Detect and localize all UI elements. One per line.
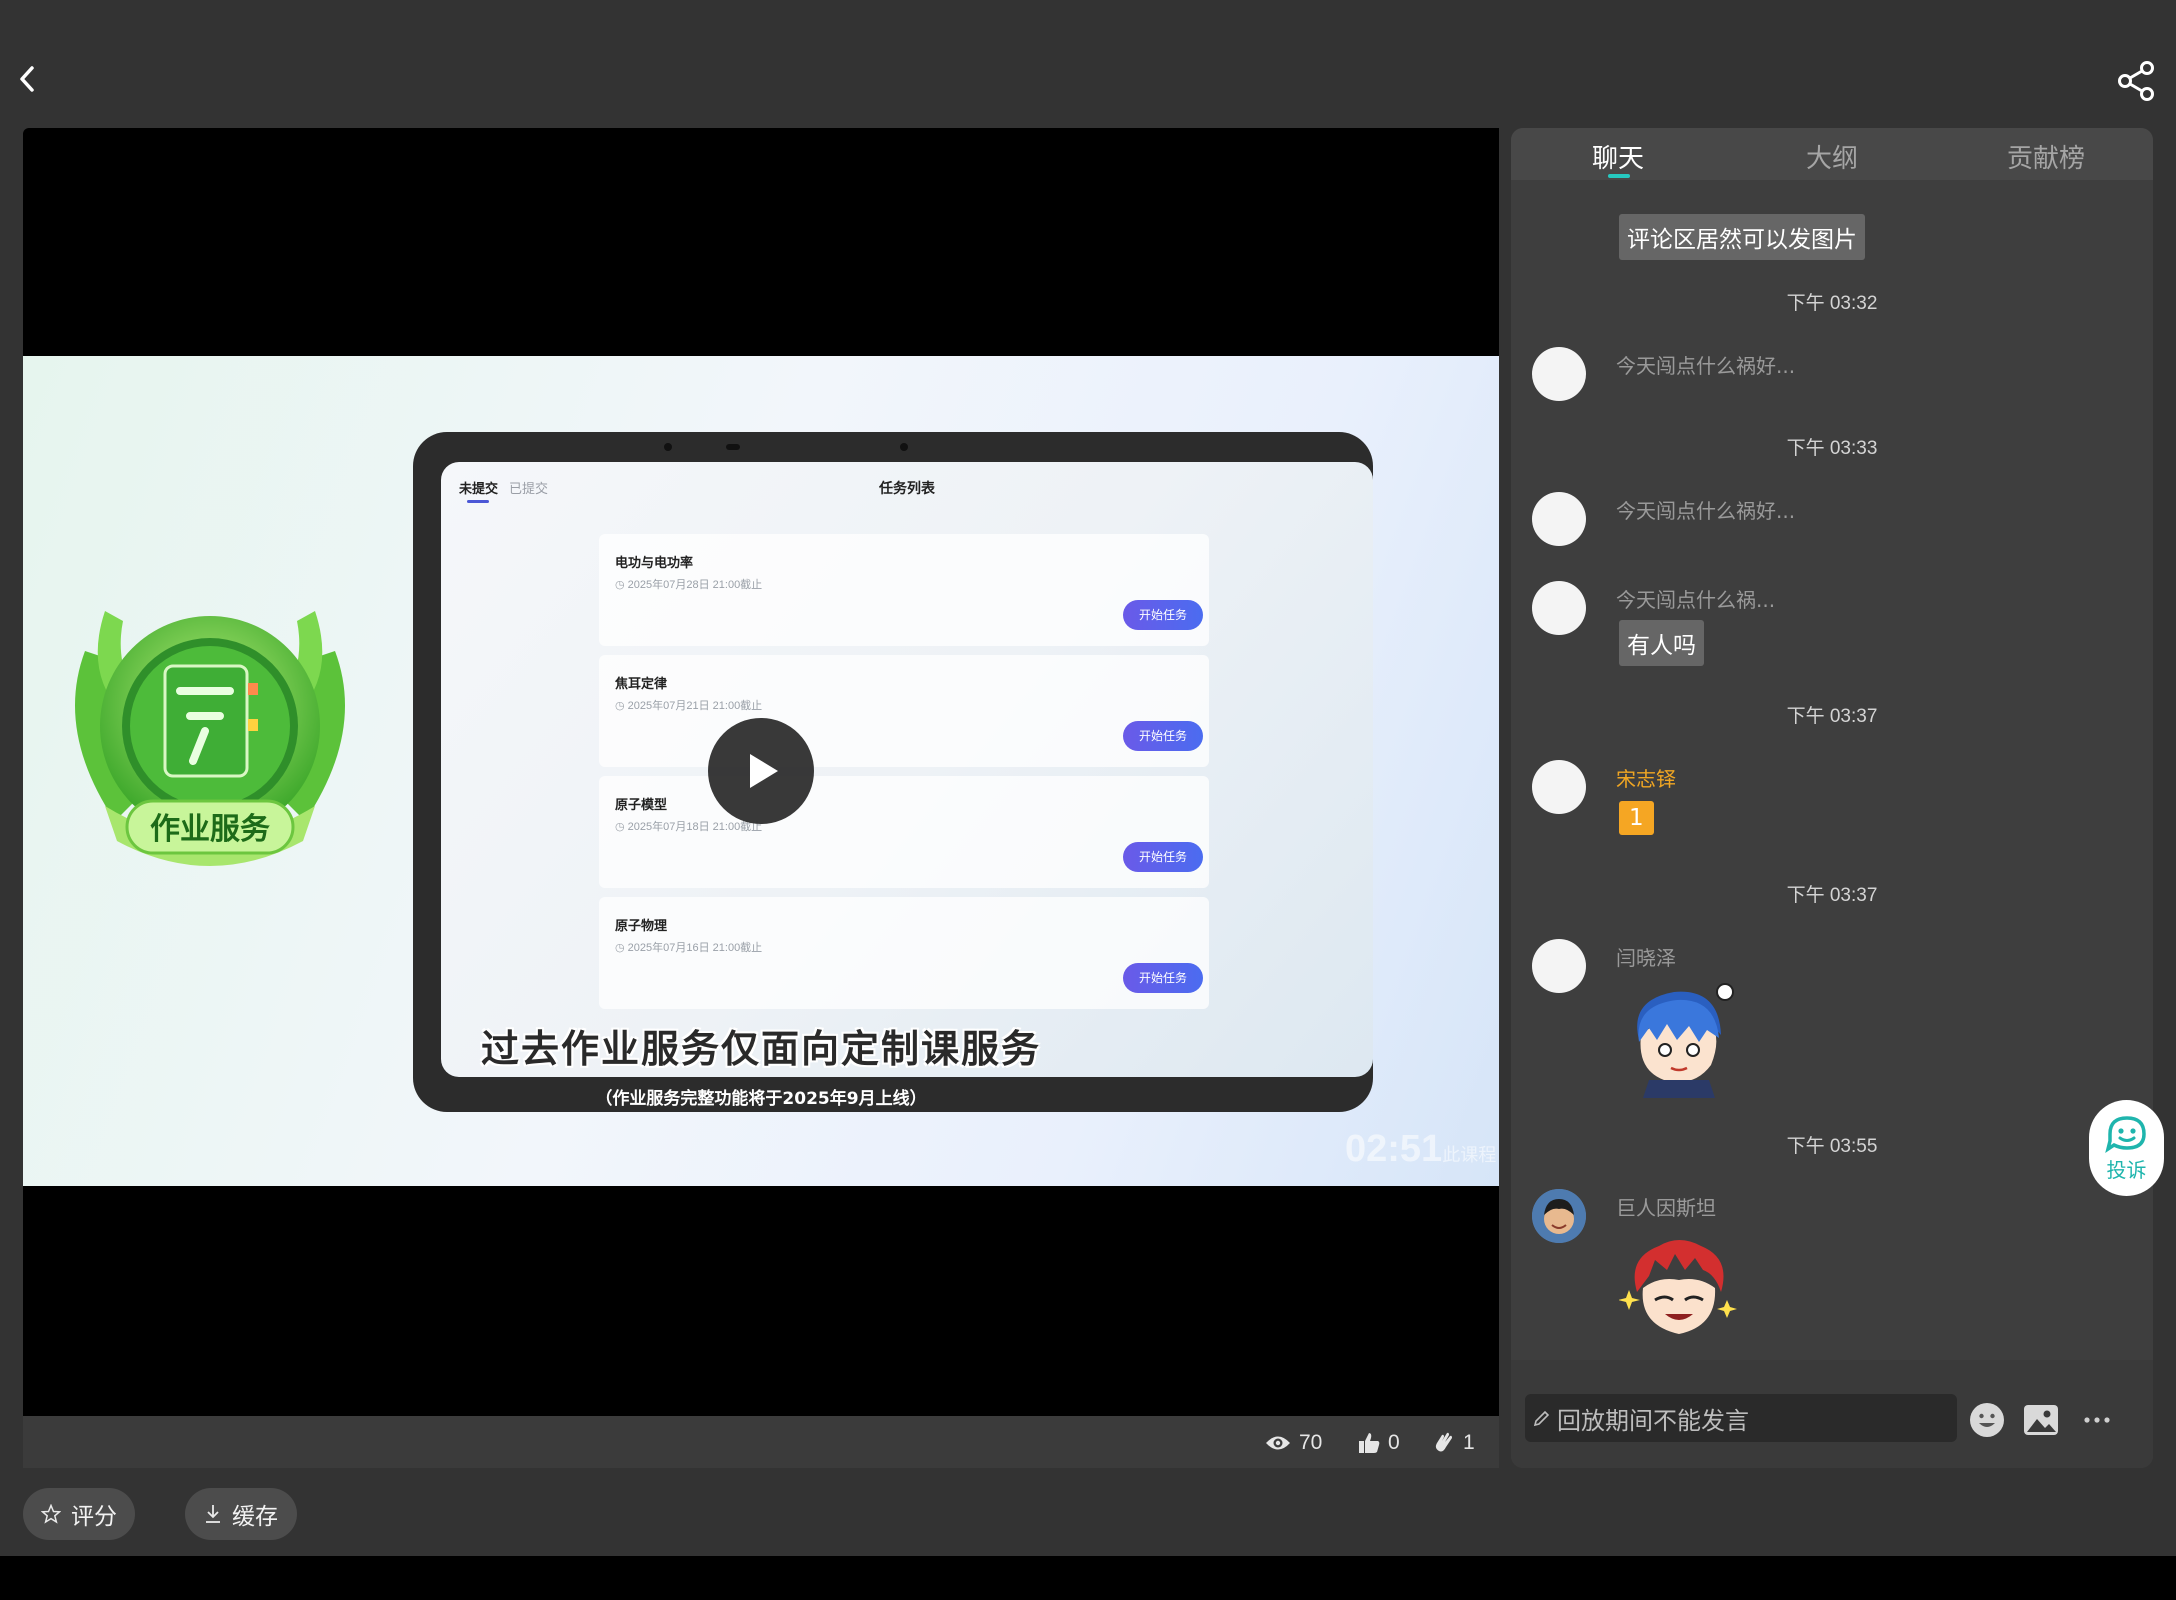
eye-icon [1266,1436,1290,1450]
task-title: 焦耳定律 [615,676,668,691]
chat-tabs: 聊天 大纲 贡献榜 [1511,128,2153,180]
more-icon[interactable] [2079,1402,2115,1438]
chat-username: 今天闯点什么祸好... [1616,354,1796,378]
task-title: 原子模型 [615,797,668,812]
badge-text: 作业服务 [150,812,270,847]
complaint-label: 投诉 [2106,1157,2147,1182]
time-separator: 下午 03:32 [1786,293,1878,314]
chat-username: 宋志铎 [1616,767,1676,791]
claps-stat[interactable]: 1 [1433,1430,1475,1456]
task-title: 原子物理 [615,918,668,933]
views-stat: 70 [1265,1430,1322,1456]
chat-username: 今天闯点什么祸好... [1616,499,1796,523]
back-button[interactable] [14,62,42,96]
task-card: 焦耳定律 ◷ 2025年07月21日 21:00截止 开始任务 [599,655,1209,767]
share-icon [2118,61,2154,101]
avatar[interactable] [1532,347,1586,401]
tab-leaderboard[interactable]: 贡献榜 [1966,138,2126,175]
time-separator: 下午 03:37 [1786,885,1878,906]
rate-label: 评分 [71,1504,117,1530]
views-count: 70 [1299,1431,1323,1454]
task-card: 电功与电功率 ◷ 2025年07月28日 21:00截止 开始任务 [599,534,1209,646]
time-separator: 下午 03:55 [1786,1136,1878,1157]
red-hair-character-sticker [1619,1240,1737,1334]
pencil-icon [1533,1410,1550,1427]
video-frame: 作业服务 未提交 已提交 任务列表 电功与电功率 ◷ 2025年07月28日 2… [23,356,1499,1186]
chevron-left-icon [20,66,34,92]
download-icon [206,1505,220,1523]
chat-input[interactable]: 回放期间不能发言 [1525,1394,1957,1442]
chat-message-bubble: 评论区居然可以发图片 [1619,214,1865,260]
start-task-button: 开始任务 [1123,600,1203,630]
rate-button[interactable]: 评分 [23,1488,135,1540]
chat-input-placeholder: 回放期间不能发言 [1557,1406,1749,1435]
complaint-face-icon [2104,1115,2146,1153]
time-separator: 下午 03:37 [1786,706,1878,727]
tablet-title: 任务列表 [879,480,935,496]
video-player[interactable]: 作业服务 未提交 已提交 任务列表 电功与电功率 ◷ 2025年07月28日 2… [23,128,1499,1468]
chat-message-bubble: 1 [1619,801,1654,835]
likes-stat[interactable]: 0 [1358,1430,1400,1456]
tablet-tab-pending: 未提交 [459,481,499,496]
video-stats-bar: 70 0 1 [23,1416,1499,1468]
start-task-button: 开始任务 [1123,842,1203,872]
bottom-system-bar [0,1556,2176,1600]
thumbs-up-icon [1359,1433,1380,1453]
tab-chat[interactable]: 聊天 [1538,138,1698,175]
task-card: 原子物理 ◷ 2025年07月16日 21:00截止 开始任务 [599,897,1209,1009]
chat-panel: 聊天 大纲 贡献榜 评论区居然可以发图片 下午 03:32 今天闯点什么祸好..… [1511,128,2153,1468]
chat-username: 闫晓泽 [1616,946,1676,970]
cache-label: 缓存 [232,1504,278,1530]
avatar[interactable] [1532,492,1586,546]
task-title: 电功与电功率 [615,555,694,570]
star-outline-icon [41,1504,61,1524]
start-task-button: 开始任务 [1123,721,1203,751]
likes-count: 0 [1388,1431,1400,1454]
tablet-screen: 未提交 已提交 任务列表 电功与电功率 ◷ 2025年07月28日 21:00截… [441,462,1373,1077]
task-deadline: ◷ 2025年07月28日 21:00截止 [615,579,763,591]
task-deadline: ◷ 2025年07月16日 21:00截止 [615,942,763,954]
start-task-button: 开始任务 [1123,963,1203,993]
play-icon [750,754,778,788]
user-photo-avatar [1532,1189,1586,1243]
avatar[interactable] [1532,581,1586,635]
video-timestamp-watermark: 02:51此课程 [1345,1128,1497,1170]
time-separator: 下午 03:33 [1786,438,1878,459]
claps-count: 1 [1463,1431,1475,1454]
chat-input-bar: 回放期间不能发言 [1511,1360,2153,1468]
tablet-mockup: 未提交 已提交 任务列表 电功与电功率 ◷ 2025年07月28日 21:00截… [413,432,1373,1112]
video-subnote: （作业服务完整功能将于2025年9月上线） [595,1089,927,1109]
video-subtitle: 过去作业服务仅面向定制课服务 [480,1026,1041,1071]
image-icon[interactable] [2023,1402,2059,1438]
emoji-icon[interactable] [1969,1402,2005,1438]
chat-username: 巨人因斯坦 [1616,1196,1716,1220]
task-deadline: ◷ 2025年07月21日 21:00截止 [615,700,763,712]
clap-icon [1435,1432,1452,1452]
chat-message-bubble: 有人吗 [1619,620,1704,666]
task-deadline: ◷ 2025年07月18日 21:00截止 [615,821,763,833]
avatar[interactable] [1532,1189,1586,1243]
share-button[interactable] [2116,60,2158,102]
blue-hair-character-sticker [1637,983,1734,1098]
tablet-tab-submitted: 已提交 [509,481,549,496]
avatar[interactable] [1532,760,1586,814]
play-button[interactable] [708,718,814,824]
chat-username: 今天闯点什么祸... [1616,588,1776,612]
cache-button[interactable]: 缓存 [185,1488,297,1540]
active-tab-indicator [1608,174,1630,178]
task-card: 原子模型 ◷ 2025年07月18日 21:00截止 开始任务 [599,776,1209,888]
tab-outline[interactable]: 大纲 [1752,138,1912,175]
complaint-button[interactable]: 投诉 [2089,1100,2164,1196]
avatar[interactable] [1532,939,1586,993]
